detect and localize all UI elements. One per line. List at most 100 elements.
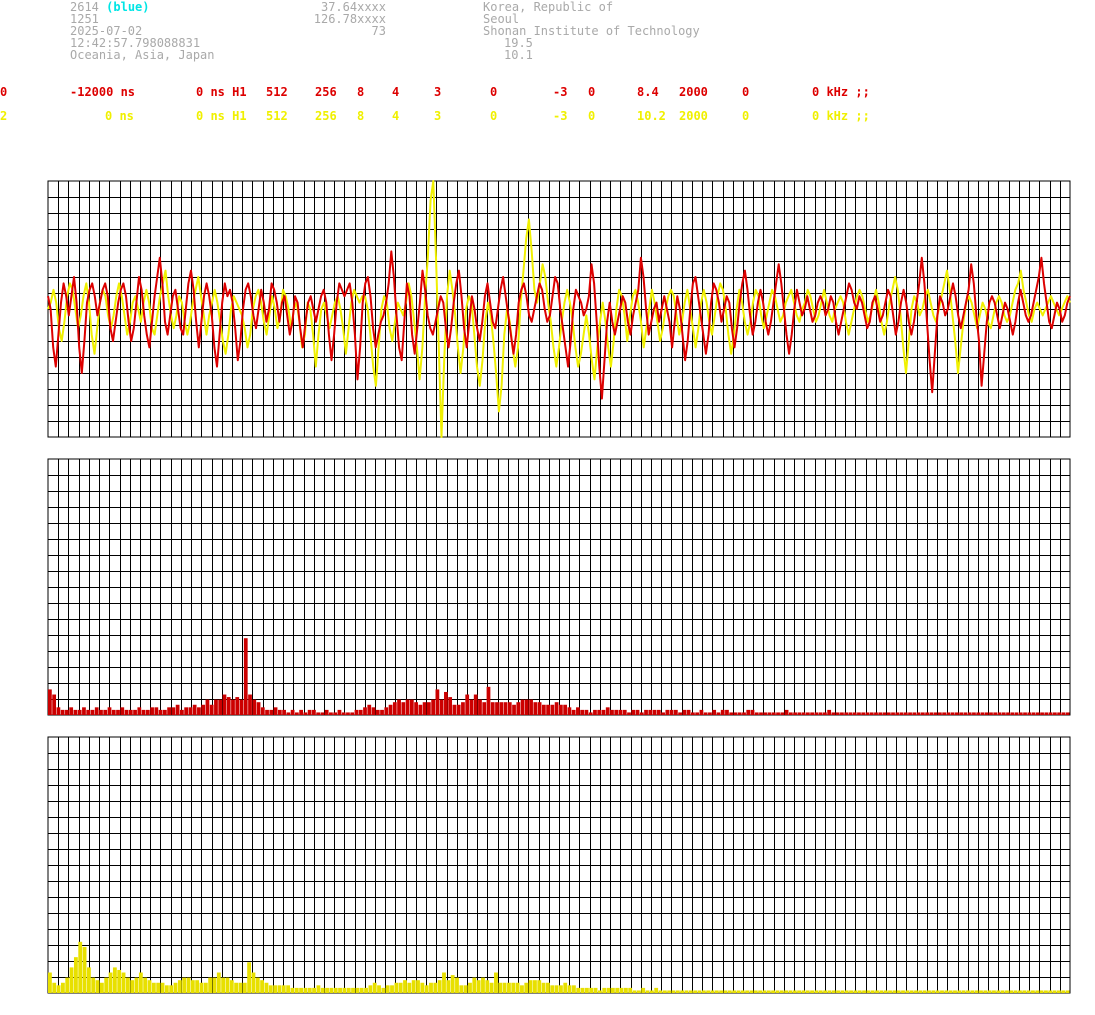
spectrum-2-bar [753,990,758,993]
spectrum-2-bar [732,990,737,993]
spectrum-2-bar [922,990,927,993]
spectrum-2-bar [883,990,888,993]
spectrum-2-bar [831,990,836,993]
spectrum-1-bar [861,712,866,715]
spectrum-1-bar [499,702,504,715]
spectrum-2-bar [459,985,464,993]
spectrum-2-bar [281,985,286,993]
spectrum-1-bar [776,712,780,715]
spectrum-2-bar [736,990,741,993]
spectrum-1-bar [439,699,444,715]
spectrum-1-bar [886,712,891,715]
spectrum-1-bar [248,694,252,715]
spectrum-1-bar [350,712,355,715]
spectrum-1-bar [222,694,227,715]
spectrum-2-bar [60,982,65,993]
spectrum-1-bar [401,702,406,715]
spectrum-1-bar [686,709,691,715]
spectrum-2-bar [125,977,130,993]
spectrum-1-bar [354,709,359,715]
spectrum-2-bar [468,982,472,993]
spectrum-2-bar [914,990,918,993]
spectrum-2-bar [593,987,598,993]
spectrum-2-bar [974,990,979,993]
spectrum-2-bar [940,990,944,993]
spectrum-1-bar [993,712,998,715]
spectrum-2-bar [312,987,316,993]
spectrum-2-bar [498,982,503,993]
spectrum-1-bar [461,702,465,715]
spectrum-1-bar [367,704,372,715]
spectrum-2-bar [1057,990,1061,993]
spectrum-1-bar [831,712,836,715]
spectrum-2-bar [996,990,1001,993]
spectrum-1-bar [82,707,86,715]
spectrum-1-bar [265,709,269,715]
spectrum-2-bar [589,987,594,993]
spectrum-1-bar [48,689,52,715]
spectrum-2-bar [706,990,711,993]
spectrum-1-bar [512,704,516,715]
spectrum-2-bar [905,990,910,993]
spectrum-1-bar [955,712,959,715]
spectrum-2-bar [515,982,520,993]
spectrum-2-bar [390,985,394,993]
spectrum-2-bar [238,982,243,993]
spectrum-1-bar [840,712,844,715]
spectrum-2-bar [662,990,667,993]
spectrum-1-bar [260,707,265,715]
spectrum-1-bar [678,712,682,715]
spectrum-2-bar [775,990,780,993]
spectrum-2-bar [537,980,542,993]
spectrum-2-bar [957,990,962,993]
spectrum-1-bar [916,712,921,715]
spectrum-1-bar [86,709,91,715]
spectrum-1-bar [1014,712,1019,715]
spectrum-2-bar [567,985,572,993]
spectrum-2-bar [277,985,282,993]
spectrum-1-bar [1010,712,1015,715]
spectrum-2-bar [325,987,329,993]
spectrum-2-bar [1013,990,1018,993]
spectrum-2-bar [286,985,291,993]
spectrum-1-bar [256,702,261,715]
spectrum-1-bar [656,709,661,715]
spectrum-1-bar [388,704,393,715]
spectrum-2-bar [260,980,265,993]
spectrum-1-bar [324,709,329,715]
spectrum-1-bar [720,709,725,715]
spectrum-1-bar [733,712,738,715]
spectrum-1-bar [976,712,981,715]
spectrum-1-bar [699,709,704,715]
spectrum-1-bar [73,709,78,715]
spectrum-2-bar [381,987,386,993]
spectrum-1-bar [869,712,874,715]
spectrum-2-bar [649,990,654,993]
spectrum-2-bar [901,990,905,993]
spectrum-1-bar [1044,712,1049,715]
spectrum-2-bar [143,977,148,993]
spectrum-2-bar [771,990,776,993]
spectrum-1-bar [925,712,929,715]
spectrum-2-bar [688,990,693,993]
spectrum-1-bar [380,709,384,715]
spectrum-1-bar [908,712,912,715]
spectrum-1-bar [912,712,917,715]
spectrum-2-bar [632,990,637,993]
spectrum-2-bar [853,990,858,993]
spectrum-1-bar [567,707,572,715]
spectrum-1-bar [827,709,832,715]
spectrum-1-bar [486,686,491,715]
spectrum-1-bar [371,707,376,715]
spectrum-2-bar [229,980,234,993]
spectrum-1-bar [882,712,887,715]
spectrum-2-bar [403,980,407,993]
spectrum-2-bar [160,982,165,993]
spectrum-1-bar [950,712,955,715]
spectrum-2-bar [455,977,459,993]
spectrum-1-bar [550,704,555,715]
spectrum-2-bar [597,990,602,993]
spectrum-2-bar [979,990,983,993]
spectrum-1-bar [141,709,146,715]
spectrum-1-bar [695,712,700,715]
